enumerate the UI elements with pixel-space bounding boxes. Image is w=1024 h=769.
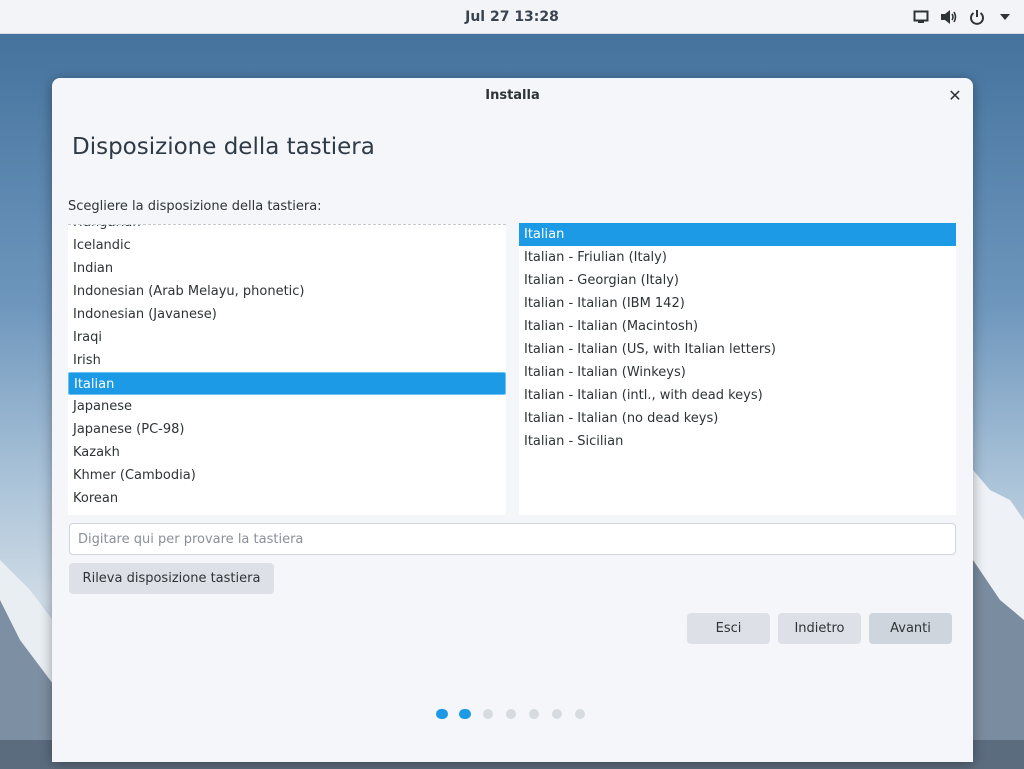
keyboard-test-input[interactable] <box>69 523 956 555</box>
variant-list-item[interactable]: Italian - Sicilian <box>519 430 956 453</box>
variant-list-item[interactable]: Italian - Italian (US, with Italian lett… <box>519 338 956 361</box>
close-icon[interactable]: ✕ <box>945 86 965 106</box>
variant-list-item[interactable]: Italian - Italian (Winkeys) <box>519 361 956 384</box>
detect-layout-button[interactable]: Rileva disposizione tastiera <box>69 563 274 594</box>
layout-list-item[interactable]: Japanese (PC-98) <box>68 418 506 441</box>
layout-list-item[interactable]: Indonesian (Arab Melayu, phonetic) <box>68 280 506 303</box>
layout-list[interactable]: HungarianIcelandicIndianIndonesian (Arab… <box>68 224 506 515</box>
chevron-down-icon[interactable] <box>996 8 1014 26</box>
layout-prompt-label: Scegliere la disposizione della tastiera… <box>68 199 322 214</box>
top-panel: Jul 27 13:28 <box>0 0 1024 34</box>
layout-list-item[interactable]: Irish <box>68 349 506 372</box>
variant-list-item[interactable]: Italian - Italian (Macintosh) <box>519 315 956 338</box>
page-title: Disposizione della tastiera <box>72 134 375 160</box>
display-icon[interactable] <box>912 8 930 26</box>
layout-list-item[interactable]: Iraqi <box>68 326 506 349</box>
next-button[interactable]: Avanti <box>869 613 952 644</box>
variant-list-item[interactable]: Italian - Georgian (Italy) <box>519 269 956 292</box>
layout-list-item[interactable]: Indian <box>68 257 506 280</box>
step-dot <box>506 709 516 719</box>
variant-list-item[interactable]: Italian - Italian (no dead keys) <box>519 407 956 430</box>
back-button[interactable]: Indietro <box>778 613 861 644</box>
step-dot <box>459 709 471 719</box>
variant-list-item[interactable]: Italian - Italian (intl., with dead keys… <box>519 384 956 407</box>
step-dot <box>575 709 585 719</box>
volume-icon[interactable] <box>940 8 958 26</box>
variant-list-item[interactable]: Italian - Italian (IBM 142) <box>519 292 956 315</box>
window-title: Installa <box>485 88 540 103</box>
clock[interactable]: Jul 27 13:28 <box>0 0 1024 34</box>
layout-list-item[interactable]: Hungarian <box>68 225 506 234</box>
layout-list-item[interactable]: Korean <box>68 487 506 510</box>
step-dot <box>436 709 448 719</box>
step-indicator <box>436 709 586 719</box>
step-dot <box>529 709 539 719</box>
variant-list[interactable]: Italian Italian - Friulian (Italy) Italian… <box>519 223 956 515</box>
layout-list-item[interactable]: Indonesian (Javanese) <box>68 303 506 326</box>
variant-list-item[interactable]: Italian <box>519 223 956 246</box>
step-dot <box>552 709 562 719</box>
layout-list-item[interactable]: Japanese <box>68 395 506 418</box>
layout-list-item[interactable]: Khmer (Cambodia) <box>68 464 506 487</box>
layout-list-item[interactable]: Italian <box>68 372 506 395</box>
window-titlebar[interactable]: Installa ✕ <box>52 78 973 114</box>
variant-list-item[interactable]: Italian - Friulian (Italy) <box>519 246 956 269</box>
system-tray <box>912 0 1014 34</box>
layout-list-item[interactable]: Icelandic <box>68 234 506 257</box>
installer-window: Installa ✕ Disposizione della tastiera S… <box>52 78 973 762</box>
step-dot <box>483 709 493 719</box>
quit-button[interactable]: Esci <box>687 613 770 644</box>
layout-list-item[interactable]: Kazakh <box>68 441 506 464</box>
power-icon[interactable] <box>968 8 986 26</box>
